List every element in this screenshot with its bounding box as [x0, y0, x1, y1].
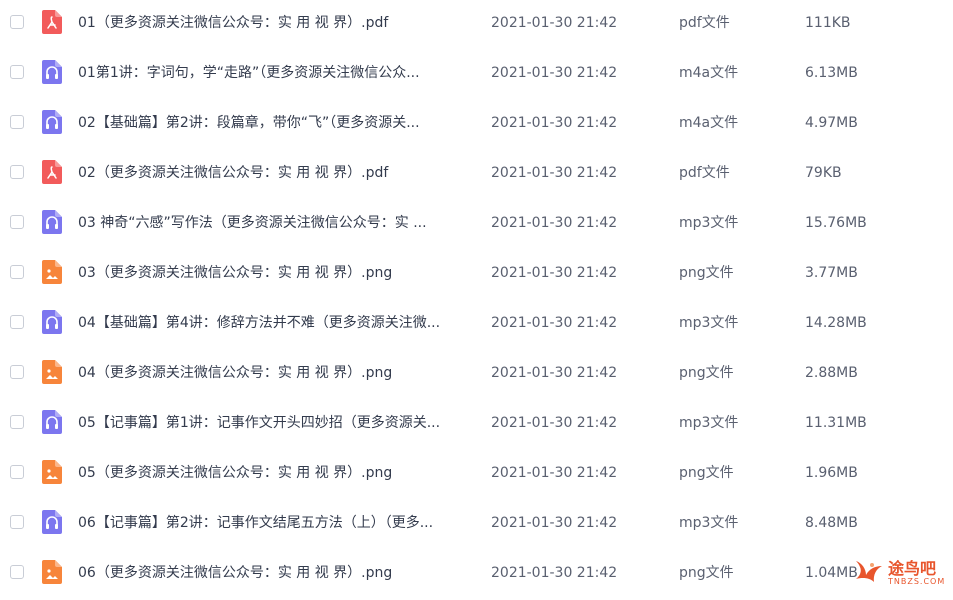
file-type: png文件 [679, 365, 734, 381]
file-row[interactable]: 01（更多资源关注微信公众号：实 用 视 界）.pdf 2021-01-30 2… [0, 0, 953, 50]
file-name[interactable]: 03（更多资源关注微信公众号：实 用 视 界）.png [78, 250, 473, 296]
row-checkbox[interactable] [10, 315, 24, 329]
row-checkbox[interactable] [10, 65, 24, 79]
file-size: 2.88MB [805, 365, 858, 381]
file-size: 1.96MB [805, 465, 858, 481]
row-checkbox[interactable] [10, 115, 24, 129]
file-date: 2021-01-30 21:42 [491, 165, 618, 181]
audio-icon [42, 410, 62, 434]
file-name[interactable]: 04【基础篇】第4讲：修辞方法并不难（更多资源关注微... [78, 300, 473, 346]
row-checkbox[interactable] [10, 415, 24, 429]
file-date: 2021-01-30 21:42 [491, 465, 618, 481]
file-size: 4.97MB [805, 115, 858, 131]
row-checkbox[interactable] [10, 565, 24, 579]
file-type: mp3文件 [679, 415, 739, 431]
image-icon [42, 360, 62, 384]
pdf-icon [42, 10, 62, 34]
row-checkbox[interactable] [10, 365, 24, 379]
file-row[interactable]: 03 神奇“六感”写作法（更多资源关注微信公众号：实 ... 2021-01-3… [0, 200, 953, 250]
file-size: 6.13MB [805, 65, 858, 81]
file-name[interactable]: 02【基础篇】第2讲：段篇章，带你“飞”（更多资源关... [78, 100, 473, 146]
file-date: 2021-01-30 21:42 [491, 315, 618, 331]
file-date: 2021-01-30 21:42 [491, 515, 618, 531]
file-date: 2021-01-30 21:42 [491, 65, 618, 81]
file-size: 111KB [805, 15, 851, 31]
row-checkbox[interactable] [10, 465, 24, 479]
file-row[interactable]: 02【基础篇】第2讲：段篇章，带你“飞”（更多资源关... 2021-01-30… [0, 100, 953, 150]
file-name[interactable]: 02（更多资源关注微信公众号：实 用 视 界）.pdf [78, 150, 473, 196]
file-type: mp3文件 [679, 315, 739, 331]
file-name[interactable]: 05（更多资源关注微信公众号：实 用 视 界）.png [78, 450, 473, 496]
file-name[interactable]: 06【记事篇】第2讲：记事作文结尾五方法（上）（更多... [78, 500, 473, 546]
file-row[interactable]: 05（更多资源关注微信公众号：实 用 视 界）.png 2021-01-30 2… [0, 450, 953, 500]
file-size: 1.04MB [805, 565, 858, 581]
file-type: png文件 [679, 465, 734, 481]
file-size: 3.77MB [805, 265, 858, 281]
file-row[interactable]: 01第1讲：字词句，学“走路”（更多资源关注微信公众... 2021-01-30… [0, 50, 953, 100]
audio-icon [42, 510, 62, 534]
row-checkbox[interactable] [10, 515, 24, 529]
file-type: pdf文件 [679, 165, 730, 181]
file-name[interactable]: 01（更多资源关注微信公众号：实 用 视 界）.pdf [78, 0, 473, 46]
site-watermark: 途鸟吧 TNBZS.COM [852, 553, 948, 591]
file-size: 8.48MB [805, 515, 858, 531]
image-icon [42, 460, 62, 484]
file-type: m4a文件 [679, 115, 739, 131]
file-size: 14.28MB [805, 315, 867, 331]
file-date: 2021-01-30 21:42 [491, 215, 618, 231]
file-row[interactable]: 04【基础篇】第4讲：修辞方法并不难（更多资源关注微... 2021-01-30… [0, 300, 953, 350]
file-name[interactable]: 05【记事篇】第1讲：记事作文开头四妙招（更多资源关... [78, 400, 473, 446]
file-type: png文件 [679, 565, 734, 581]
file-type: m4a文件 [679, 65, 739, 81]
image-icon [42, 560, 62, 584]
file-row[interactable]: 06【记事篇】第2讲：记事作文结尾五方法（上）（更多... 2021-01-30… [0, 500, 953, 550]
file-date: 2021-01-30 21:42 [491, 15, 618, 31]
file-name[interactable]: 03 神奇“六感”写作法（更多资源关注微信公众号：实 ... [78, 200, 473, 246]
file-row[interactable]: 04（更多资源关注微信公众号：实 用 视 界）.png 2021-01-30 2… [0, 350, 953, 400]
row-checkbox[interactable] [10, 215, 24, 229]
file-date: 2021-01-30 21:42 [491, 365, 618, 381]
file-type: pdf文件 [679, 15, 730, 31]
row-checkbox[interactable] [10, 165, 24, 179]
file-type: mp3文件 [679, 215, 739, 231]
file-row[interactable]: 05【记事篇】第1讲：记事作文开头四妙招（更多资源关... 2021-01-30… [0, 400, 953, 450]
row-checkbox[interactable] [10, 265, 24, 279]
audio-icon [42, 60, 62, 84]
file-type: mp3文件 [679, 515, 739, 531]
image-icon [42, 260, 62, 284]
file-list: 01（更多资源关注微信公众号：实 用 视 界）.pdf 2021-01-30 2… [0, 0, 953, 600]
bird-logo-icon [856, 561, 882, 582]
audio-icon [42, 310, 62, 334]
file-date: 2021-01-30 21:42 [491, 115, 618, 131]
row-checkbox[interactable] [10, 15, 24, 29]
audio-icon [42, 110, 62, 134]
file-name[interactable]: 06（更多资源关注微信公众号：实 用 视 界）.png [78, 550, 473, 596]
file-row[interactable]: 03（更多资源关注微信公众号：实 用 视 界）.png 2021-01-30 2… [0, 250, 953, 300]
file-row[interactable]: 02（更多资源关注微信公众号：实 用 视 界）.pdf 2021-01-30 2… [0, 150, 953, 200]
file-type: png文件 [679, 265, 734, 281]
file-date: 2021-01-30 21:42 [491, 415, 618, 431]
watermark-text: 途鸟吧 [888, 559, 937, 578]
file-name[interactable]: 01第1讲：字词句，学“走路”（更多资源关注微信公众... [78, 50, 473, 96]
pdf-icon [42, 160, 62, 184]
file-date: 2021-01-30 21:42 [491, 265, 618, 281]
file-size: 15.76MB [805, 215, 867, 231]
file-date: 2021-01-30 21:42 [491, 565, 618, 581]
file-size: 79KB [805, 165, 842, 181]
file-name[interactable]: 04（更多资源关注微信公众号：实 用 视 界）.png [78, 350, 473, 396]
audio-icon [42, 210, 62, 234]
watermark-subtext: TNBZS.COM [888, 577, 946, 586]
file-size: 11.31MB [805, 415, 867, 431]
